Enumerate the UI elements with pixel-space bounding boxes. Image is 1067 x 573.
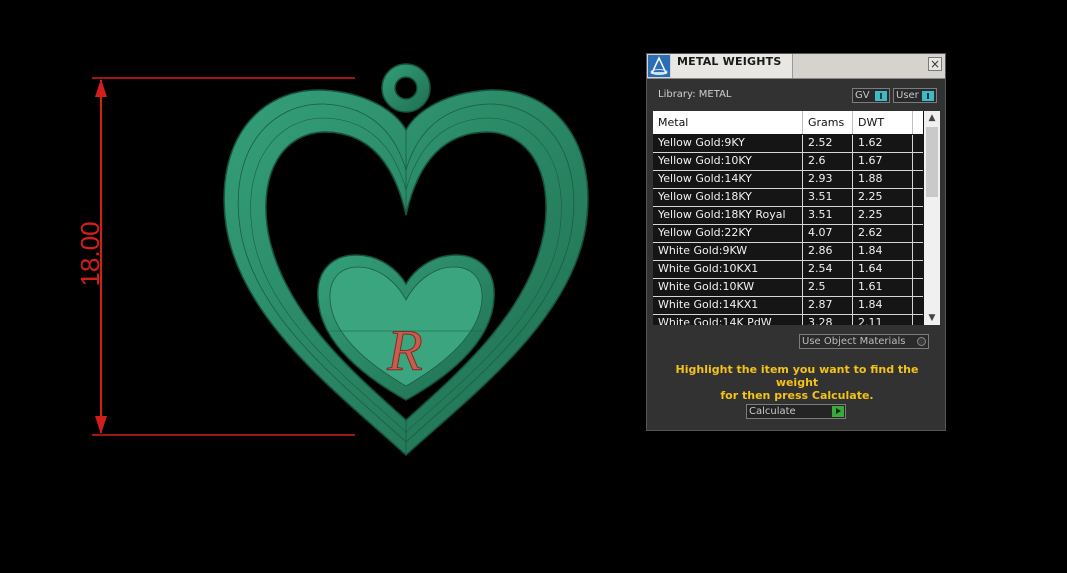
cell-metal: Yellow Gold:9KY xyxy=(653,135,803,152)
cell-dwt: 1.64 xyxy=(853,261,913,278)
table-row[interactable]: Yellow Gold:18KY 3.51 2.25 xyxy=(653,189,923,207)
cell-grams: 2.93 xyxy=(803,171,853,188)
metal-weights-panel: METAL WEIGHTS × Library: METAL GV User M… xyxy=(646,53,946,431)
engraved-letter: R xyxy=(386,318,422,383)
scroll-down-icon[interactable]: ▼ xyxy=(924,311,940,325)
cell-spacer xyxy=(913,153,923,170)
library-label: Library: METAL xyxy=(658,89,732,100)
instruction-line-2: for then press Calculate. xyxy=(720,389,874,402)
cell-spacer xyxy=(913,279,923,296)
cell-metal: White Gold:10KW xyxy=(653,279,803,296)
cell-grams: 2.87 xyxy=(803,297,853,314)
play-arrow-icon xyxy=(832,406,844,417)
instruction-line-1: Highlight the item you want to find the … xyxy=(675,363,919,389)
cell-grams: 2.86 xyxy=(803,243,853,260)
cell-spacer xyxy=(913,243,923,260)
model-canvas: 18.00 R xyxy=(75,63,589,457)
panel-title-tab: METAL WEIGHTS xyxy=(671,54,793,78)
cell-grams: 2.52 xyxy=(803,135,853,152)
cell-metal: Yellow Gold:10KY xyxy=(653,153,803,170)
cell-grams: 4.07 xyxy=(803,225,853,242)
table-rows: Yellow Gold:9KY 2.52 1.62 Yellow Gold:10KY 2… xyxy=(653,135,923,325)
cell-spacer xyxy=(913,315,923,325)
instruction-text: Highlight the item you want to find the … xyxy=(657,363,937,402)
metal-table[interactable]: Metal Grams DWT Yellow Gold:9KY 2.52 1.62 Y… xyxy=(653,111,940,325)
cell-grams: 3.28 xyxy=(803,315,853,325)
cell-dwt: 1.88 xyxy=(853,171,913,188)
table-row[interactable]: White Gold:10KW 2.5 1.61 xyxy=(653,279,923,297)
cell-spacer xyxy=(913,171,923,188)
cell-metal: White Gold:10KX1 xyxy=(653,261,803,278)
cell-metal: White Gold:14K PdW xyxy=(653,315,803,325)
use-object-materials-toggle[interactable]: Use Object Materials xyxy=(799,334,929,349)
table-row[interactable]: Yellow Gold:18KY Royal 3.51 2.25 xyxy=(653,207,923,225)
cell-dwt: 1.67 xyxy=(853,153,913,170)
column-header-dwt[interactable]: DWT xyxy=(853,111,913,134)
cell-grams: 2.5 xyxy=(803,279,853,296)
scroll-up-icon[interactable]: ▲ xyxy=(924,111,940,125)
cell-spacer xyxy=(913,297,923,314)
table-row[interactable]: Yellow Gold:22KY 4.07 2.62 xyxy=(653,225,923,243)
cell-dwt: 1.62 xyxy=(853,135,913,152)
cell-dwt: 2.25 xyxy=(853,207,913,224)
dimension-label: 18.00 xyxy=(75,221,105,286)
panel-titlebar[interactable]: METAL WEIGHTS × xyxy=(647,54,945,79)
use-object-materials-label: Use Object Materials xyxy=(802,336,906,347)
cell-dwt: 2.25 xyxy=(853,189,913,206)
toggle-on-icon xyxy=(922,91,934,101)
3d-viewport[interactable]: 18.00 R xyxy=(0,0,640,573)
table-row[interactable]: White Gold:14K PdW 3.28 2.11 xyxy=(653,315,923,325)
cell-metal: Yellow Gold:14KY xyxy=(653,171,803,188)
cell-spacer xyxy=(913,261,923,278)
table-row[interactable]: White Gold:14KX1 2.87 1.84 xyxy=(653,297,923,315)
table-header: Metal Grams DWT xyxy=(653,111,923,134)
cell-metal: Yellow Gold:18KY Royal xyxy=(653,207,803,224)
toggle-on-icon xyxy=(875,91,887,101)
calculate-button[interactable]: Calculate xyxy=(746,404,846,419)
user-toggle-label: User xyxy=(896,90,919,101)
cell-grams: 3.51 xyxy=(803,189,853,206)
table-row[interactable]: Yellow Gold:9KY 2.52 1.62 xyxy=(653,135,923,153)
cell-dwt: 1.84 xyxy=(853,297,913,314)
radio-dot-icon xyxy=(917,337,926,346)
column-header-grams[interactable]: Grams xyxy=(803,111,853,134)
cell-spacer xyxy=(913,189,923,206)
table-row[interactable]: White Gold:10KX1 2.54 1.64 xyxy=(653,261,923,279)
table-scrollbar[interactable]: ▲ ▼ xyxy=(924,111,940,325)
close-button[interactable]: × xyxy=(928,57,942,71)
table-row[interactable]: White Gold:9KW 2.86 1.84 xyxy=(653,243,923,261)
cell-dwt: 1.84 xyxy=(853,243,913,260)
cell-dwt: 2.62 xyxy=(853,225,913,242)
heart-pendant-model xyxy=(223,63,589,457)
cell-spacer xyxy=(913,135,923,152)
cell-metal: Yellow Gold:18KY xyxy=(653,189,803,206)
gv-toggle-label: GV xyxy=(855,90,870,101)
cell-dwt: 1.61 xyxy=(853,279,913,296)
cell-grams: 2.54 xyxy=(803,261,853,278)
user-toggle[interactable]: User xyxy=(893,88,937,103)
table-row[interactable]: Yellow Gold:14KY 2.93 1.88 xyxy=(653,171,923,189)
cell-metal: Yellow Gold:22KY xyxy=(653,225,803,242)
column-header-metal[interactable]: Metal xyxy=(653,111,803,134)
cell-dwt: 2.11 xyxy=(853,315,913,325)
cell-metal: White Gold:14KX1 xyxy=(653,297,803,314)
app-logo-icon xyxy=(648,55,670,77)
table-row[interactable]: Yellow Gold:10KY 2.6 1.67 xyxy=(653,153,923,171)
cell-grams: 2.6 xyxy=(803,153,853,170)
cell-grams: 3.51 xyxy=(803,207,853,224)
cell-spacer xyxy=(913,225,923,242)
cell-metal: White Gold:9KW xyxy=(653,243,803,260)
scroll-thumb[interactable] xyxy=(926,127,938,197)
panel-title: METAL WEIGHTS xyxy=(677,55,782,68)
calculate-label: Calculate xyxy=(749,406,796,417)
gv-toggle[interactable]: GV xyxy=(852,88,890,103)
cell-spacer xyxy=(913,207,923,224)
